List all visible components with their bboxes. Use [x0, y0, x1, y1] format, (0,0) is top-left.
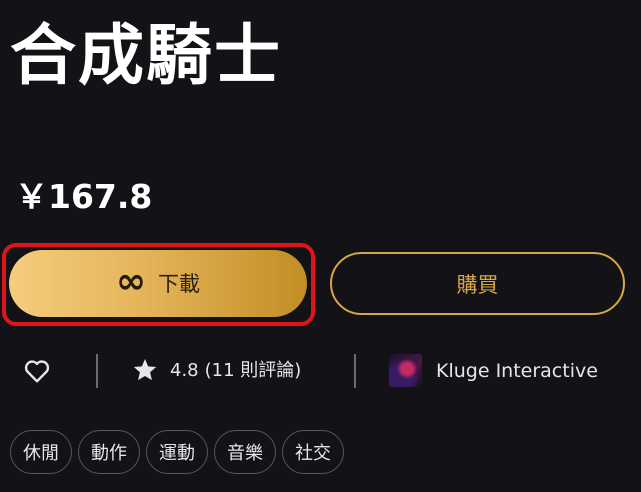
- tag-list: 休閒 動作 運動 音樂 社交: [10, 430, 344, 474]
- review-count: (11 則評論): [204, 360, 302, 381]
- rating-value: 4.8: [170, 360, 199, 381]
- price-label: ￥167.8: [15, 177, 153, 216]
- tag-item[interactable]: 社交: [282, 430, 344, 474]
- developer-name[interactable]: Kluge Interactive: [436, 358, 598, 384]
- page-title: 合成騎士: [10, 17, 282, 94]
- tag-item[interactable]: 運動: [146, 430, 208, 474]
- tag-item[interactable]: 音樂: [214, 430, 276, 474]
- infinity-icon: ∞: [116, 260, 146, 302]
- download-button[interactable]: ∞ 下載: [9, 250, 307, 317]
- buy-button-label: 購買: [456, 272, 499, 297]
- download-button-label: 下載: [158, 271, 200, 296]
- rating-text[interactable]: 4.8 (11 則評論): [170, 358, 301, 384]
- buy-button[interactable]: 購買: [330, 252, 625, 315]
- divider: [96, 354, 98, 388]
- heart-icon[interactable]: [24, 359, 50, 383]
- store-page: 合成騎士 ￥167.8 ∞ 下載 購買 4.8 (11 則評論) Kluge In…: [0, 0, 641, 492]
- star-icon: [133, 358, 157, 381]
- tag-item[interactable]: 休閒: [10, 430, 72, 474]
- developer-logo[interactable]: [389, 354, 422, 387]
- tag-item[interactable]: 動作: [78, 430, 140, 474]
- divider: [354, 354, 356, 388]
- info-row: 4.8 (11 則評論) Kluge Interactive: [0, 348, 641, 394]
